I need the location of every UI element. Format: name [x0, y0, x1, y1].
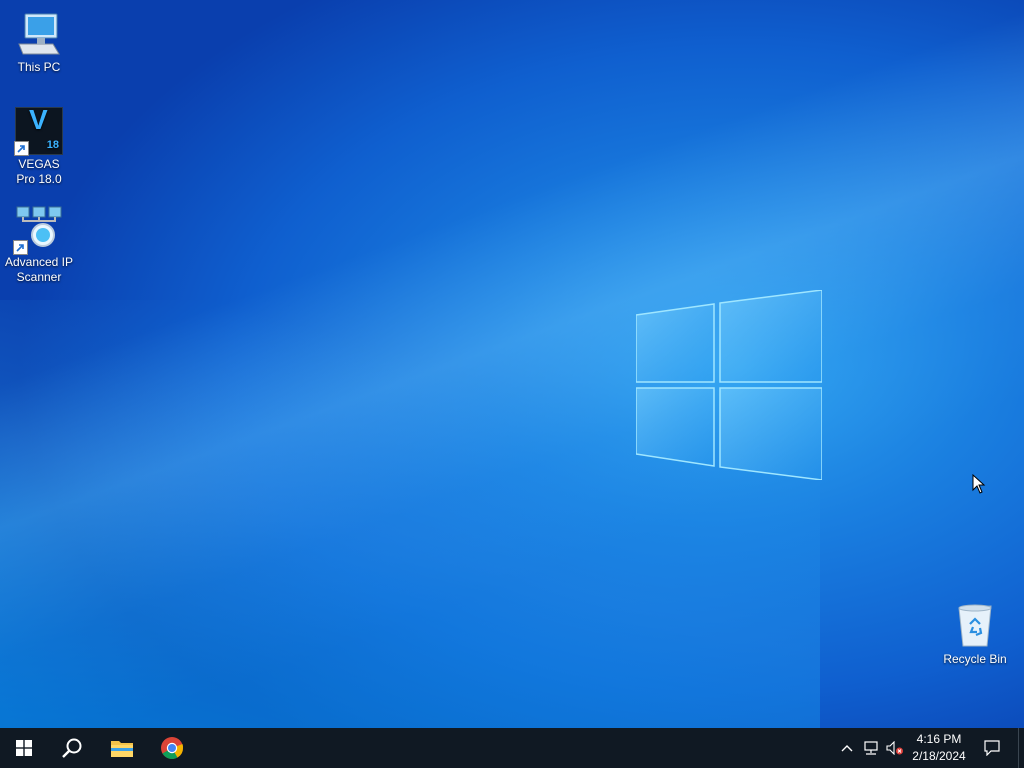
shortcut-arrow-icon — [13, 240, 28, 255]
start-button[interactable] — [0, 728, 48, 768]
chevron-up-icon — [841, 745, 853, 752]
computer-icon — [15, 10, 63, 58]
action-center-button[interactable] — [978, 728, 1006, 768]
desktop-icon-label: VEGAS Pro 18.0 — [16, 157, 62, 186]
taskbar-google-chrome[interactable] — [148, 728, 196, 768]
network-scanner-icon — [13, 205, 63, 255]
taskbar: 4:16 PM 2/18/2024 — [0, 728, 1024, 768]
show-hidden-icons-button[interactable] — [836, 728, 858, 768]
clock-time: 4:16 PM — [916, 732, 962, 746]
recycle-bin-icon — [951, 602, 999, 650]
search-button[interactable] — [48, 728, 96, 768]
desktop-icon-this-pc[interactable]: This PC — [1, 10, 77, 75]
desktop-icon-label: This PC — [17, 60, 61, 74]
windows-logo-wallpaper — [636, 290, 822, 480]
desktop-icon-label: Recycle Bin — [943, 652, 1007, 666]
taskbar-file-explorer[interactable] — [98, 728, 146, 768]
desktop-icon-advanced-ip-scanner[interactable]: Advanced IP Scanner — [1, 205, 77, 285]
windows-start-icon — [16, 740, 32, 756]
vegas-pro-icon: V 18 — [14, 106, 63, 156]
chrome-icon — [161, 737, 184, 759]
shortcut-arrow-icon — [14, 141, 29, 156]
network-status-button[interactable] — [860, 728, 882, 768]
mouse-cursor-icon — [972, 474, 986, 494]
desktop-icon-recycle-bin[interactable]: Recycle Bin — [937, 602, 1013, 667]
volume-muted-icon — [886, 741, 903, 755]
desktop-icon-label: Advanced IP Scanner — [4, 255, 74, 284]
volume-button[interactable] — [884, 728, 906, 768]
desktop-wallpaper — [0, 0, 1024, 728]
search-icon — [62, 738, 82, 758]
show-desktop-button[interactable] — [1018, 728, 1024, 768]
desktop-icon-vegas-pro[interactable]: V 18 VEGAS Pro 18.0 — [1, 106, 77, 187]
clock-date: 2/18/2024 — [912, 749, 966, 763]
notification-icon — [984, 740, 1000, 756]
network-icon — [864, 741, 878, 755]
taskbar-clock[interactable]: 4:16 PM 2/18/2024 — [906, 731, 972, 765]
folder-icon — [111, 741, 133, 757]
